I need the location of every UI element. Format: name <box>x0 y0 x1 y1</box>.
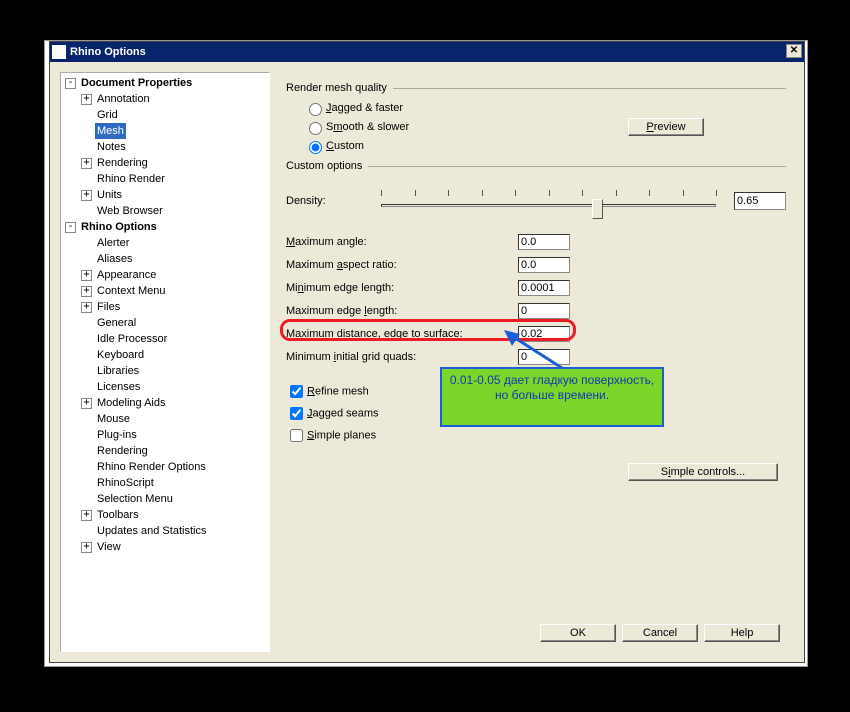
mouse-cursor-icon: ➤ <box>836 688 849 708</box>
radio-jagged[interactable]: JJagged & fasteragged & faster <box>304 100 786 116</box>
tree-rhino-render-options[interactable]: Rhino Render Options <box>95 459 208 475</box>
max-angle-label: Maximum angle:Maximum angle: <box>286 236 518 248</box>
max-edge-input[interactable] <box>518 303 570 319</box>
min-edge-input[interactable] <box>518 280 570 296</box>
expander-icon[interactable]: + <box>81 190 92 201</box>
min-edge-label: Minimum edge length:Minimum edge length: <box>286 282 518 294</box>
max-dist-input[interactable] <box>518 326 570 342</box>
tree-mesh[interactable]: Mesh <box>95 123 126 139</box>
expander-icon[interactable]: + <box>81 94 92 105</box>
close-button[interactable]: ✕ <box>786 44 802 58</box>
rhino-options-dialog: Rhino Options ✕ -Document Properties +An… <box>49 41 805 663</box>
expander-icon[interactable]: + <box>81 398 92 409</box>
tree-libraries[interactable]: Libraries <box>95 363 141 379</box>
max-aspect-input[interactable] <box>518 257 570 273</box>
max-dist-label: Maximum distance, edge to surface:Maximu… <box>286 328 518 340</box>
tree-general[interactable]: General <box>95 315 138 331</box>
tree-rhino-render[interactable]: Rhino Render <box>95 171 167 187</box>
tree-aliases[interactable]: Aliases <box>95 251 134 267</box>
options-tree[interactable]: -Document Properties +Annotation Grid Me… <box>60 72 270 652</box>
min-grid-input[interactable] <box>518 349 570 365</box>
tree-rhinoscript[interactable]: RhinoScript <box>95 475 156 491</box>
max-aspect-label: Maximum aspect ratio:Maximum aspect rati… <box>286 259 518 271</box>
tree-notes[interactable]: Notes <box>95 139 128 155</box>
expander-icon[interactable]: + <box>81 158 92 169</box>
annotation-callout: 0.01-0.05 дает гладкую поверхность, но б… <box>440 367 664 427</box>
tree-grid[interactable]: Grid <box>95 107 120 123</box>
tree-document-properties[interactable]: Document Properties <box>79 75 194 91</box>
cancel-button[interactable]: Cancel <box>622 624 698 642</box>
tree-keyboard[interactable]: Keyboard <box>95 347 146 363</box>
tree-view[interactable]: View <box>95 539 123 555</box>
custom-options-label: Custom options <box>286 160 368 172</box>
expander-icon[interactable]: + <box>81 286 92 297</box>
tree-files[interactable]: Files <box>95 299 122 315</box>
density-input[interactable] <box>734 192 786 210</box>
ok-button[interactable]: OK <box>540 624 616 642</box>
tree-selection-menu[interactable]: Selection Menu <box>95 491 175 507</box>
expander-icon[interactable]: + <box>81 542 92 553</box>
dialog-title: Rhino Options <box>70 46 146 58</box>
min-grid-label: Minimum initial grid quads:Minimum initi… <box>286 351 518 363</box>
callout-text: 0.01-0.05 дает гладкую поверхность, но б… <box>450 373 654 402</box>
close-icon: ✕ <box>790 45 798 56</box>
tree-modeling-aids[interactable]: Modeling Aids <box>95 395 168 411</box>
preview-button[interactable]: PreviewPreview <box>628 118 704 136</box>
radio-custom[interactable]: CustomCustom <box>304 138 786 154</box>
expander-icon[interactable]: + <box>81 510 92 521</box>
tree-mouse[interactable]: Mouse <box>95 411 132 427</box>
tree-rhino-options[interactable]: Rhino Options <box>79 219 159 235</box>
simple-planes-checkbox[interactable]: Simple planesSimple planes <box>286 426 786 445</box>
titlebar: Rhino Options ✕ <box>50 42 804 62</box>
app-icon <box>52 45 66 59</box>
tree-alerter[interactable]: Alerter <box>95 235 131 251</box>
tree-appearance[interactable]: Appearance <box>95 267 158 283</box>
density-slider[interactable] <box>381 186 716 216</box>
expander-icon[interactable]: + <box>81 270 92 281</box>
max-angle-input[interactable] <box>518 234 570 250</box>
expander-icon[interactable]: - <box>65 222 76 233</box>
tree-units[interactable]: Units <box>95 187 124 203</box>
simple-controls-button[interactable]: Simple controls...Simple controls... <box>628 463 778 481</box>
divider <box>393 88 786 89</box>
tree-idle-processor[interactable]: Idle Processor <box>95 331 169 347</box>
divider <box>368 166 786 167</box>
max-edge-label: Maximum edge length:Maximum edge length: <box>286 305 518 317</box>
tree-rendering[interactable]: Rendering <box>95 155 150 171</box>
mesh-panel: Render mesh quality JJagged & fasteragge… <box>270 72 794 652</box>
radio-smooth[interactable]: Smooth & slowerSmooth & slower <box>304 119 786 135</box>
tree-updates[interactable]: Updates and Statistics <box>95 523 208 539</box>
tree-annotation[interactable]: Annotation <box>95 91 152 107</box>
tree-toolbars[interactable]: Toolbars <box>95 507 141 523</box>
help-button[interactable]: Help <box>704 624 780 642</box>
expander-icon[interactable]: + <box>81 302 92 313</box>
slider-thumb[interactable] <box>592 199 603 219</box>
tree-plugins[interactable]: Plug-ins <box>95 427 139 443</box>
tree-web-browser[interactable]: Web Browser <box>95 203 165 219</box>
tree-licenses[interactable]: Licenses <box>95 379 142 395</box>
expander-icon[interactable]: - <box>65 78 76 89</box>
density-label: Density: <box>286 195 381 207</box>
tree-context-menu[interactable]: Context Menu <box>95 283 167 299</box>
render-mesh-quality-label: Render mesh quality <box>286 82 393 94</box>
tree-rendering-opt[interactable]: Rendering <box>95 443 150 459</box>
